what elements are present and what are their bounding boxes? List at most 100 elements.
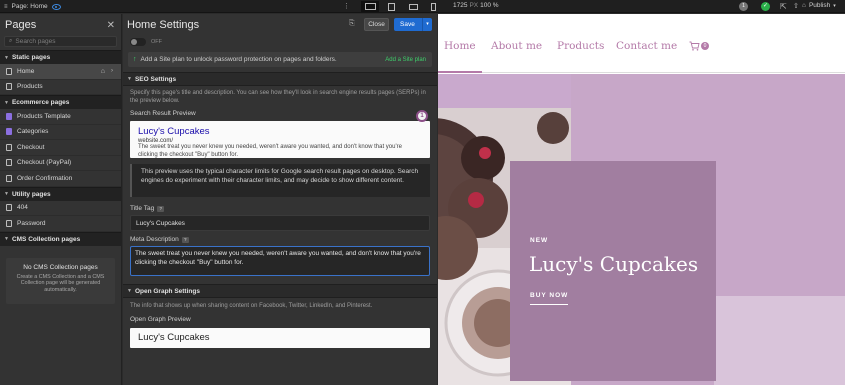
page-item-password[interactable]: Password	[0, 216, 121, 232]
buy-now-button[interactable]: BUY NOW	[530, 292, 569, 305]
open-graph-settings-header[interactable]: ▼ Open Graph Settings	[123, 284, 437, 299]
close-icon[interactable]: ✕	[107, 20, 115, 31]
section-title: Utility pages	[11, 190, 51, 198]
help-icon[interactable]: ?	[181, 236, 189, 243]
canvas-size-readout: 1725 PX 100 %	[453, 2, 499, 9]
page-item-categories[interactable]: Categories	[0, 125, 121, 140]
menu-icon[interactable]: ≡	[4, 4, 8, 10]
section-cms-collection-pages[interactable]: ▼ CMS Collection pages	[0, 231, 121, 246]
page-item-order-confirmation[interactable]: Order Confirmation	[0, 171, 121, 187]
user-avatar[interactable]: 1	[739, 2, 748, 11]
section-ecommerce-pages[interactable]: ▼ Ecommerce pages	[0, 95, 121, 109]
page-item-home[interactable]: Home ⌂ ›	[0, 64, 121, 80]
template-page-icon	[6, 128, 12, 136]
section-title: SEO Settings	[134, 75, 177, 83]
page-item-label: Home	[17, 67, 35, 75]
cart-icon	[689, 41, 700, 51]
section-title: Static pages	[11, 54, 51, 61]
mobile-portrait-breakpoint-icon[interactable]	[424, 1, 442, 12]
page-icon	[6, 143, 12, 151]
hero-section: NEW Lucy's Cupcakes BUY NOW	[438, 74, 845, 385]
section-title: Ecommerce pages	[11, 99, 70, 106]
hero-title: Lucy's Cupcakes	[529, 252, 699, 276]
canvas-unit: PX	[469, 2, 479, 9]
toggle-state-label: OFF	[151, 39, 162, 45]
desktop-breakpoint-icon[interactable]	[361, 1, 379, 12]
page-item-label: Order Confirmation	[17, 174, 73, 182]
page-item-label: Products	[17, 83, 43, 91]
page-item-checkout-paypal[interactable]: Checkout (PayPal)	[0, 156, 121, 171]
top-toolbar: ≡ Page: Home ⋮ 1725 PX 100 % 1 ✓ ⇱ ⇧ ⌂ Pub…	[0, 0, 845, 13]
page-item-checkout[interactable]: Checkout	[0, 140, 121, 156]
page-icon	[6, 159, 12, 167]
title-tag-input[interactable]: Lucy's Cupcakes	[130, 215, 430, 232]
upsell-text: Add a Site plan to unlock password prote…	[140, 56, 337, 63]
pages-panel: Pages ✕ ⌕ ▼ Static pages Home ⌂ › Produc…	[0, 14, 122, 385]
page-selector[interactable]: ≡ Page: Home	[4, 0, 61, 13]
meta-description-label: Meta Description	[130, 236, 179, 244]
cms-empty-text: Create a CMS Collection and a CMS Collec…	[16, 273, 105, 294]
export-code-icon[interactable]: ⇧	[793, 2, 802, 11]
nav-link-about[interactable]: About me	[491, 40, 542, 52]
more-icon[interactable]: ⋮	[343, 2, 351, 10]
search-box: ⌕	[4, 36, 117, 47]
tutorial-step-badge[interactable]: 1	[416, 110, 428, 122]
nav-link-home[interactable]: Home	[444, 40, 476, 52]
page-item-404[interactable]: 404	[0, 201, 121, 216]
page-item-products[interactable]: Products	[0, 80, 121, 95]
add-site-plan-link[interactable]: Add a Site plan	[385, 57, 426, 63]
open-graph-description: The info that shows up when sharing cont…	[130, 303, 373, 310]
title-tag-label: Title Tag	[130, 205, 155, 213]
password-toggle[interactable]	[130, 38, 146, 46]
canvas-width: 1725	[453, 2, 468, 9]
caret-down-icon: ▼	[127, 288, 132, 295]
section-title: Open Graph Settings	[134, 287, 200, 295]
page-icon	[6, 219, 12, 227]
hero-kicker: NEW	[530, 237, 549, 244]
share-icon[interactable]: ⇱	[780, 2, 789, 11]
publish-button[interactable]: ⌂ Publish ▾	[802, 2, 836, 9]
help-icon[interactable]: ?	[157, 205, 165, 212]
caret-down-icon: ▼	[4, 191, 9, 197]
site-navbar: Home About me Products Contact me 0	[438, 14, 845, 73]
search-input[interactable]	[15, 38, 111, 45]
page-settings-panel: Home Settings ⎘ Close Save ▾ OFF ↑ Add a…	[123, 14, 437, 385]
pages-panel-title: Pages	[5, 19, 37, 31]
save-label: Save	[400, 21, 415, 28]
status-check-icon: ✓	[761, 2, 770, 11]
open-graph-preview-label: Open Graph Preview	[130, 316, 191, 324]
close-button[interactable]: Close	[364, 18, 389, 31]
chevron-down-icon[interactable]: ▾	[422, 18, 432, 31]
page-label: Page: Home	[11, 3, 48, 10]
section-static-pages[interactable]: ▼ Static pages	[0, 50, 121, 64]
page-item-label: 404	[17, 204, 28, 212]
site-canvas[interactable]: Home About me Products Contact me 0 NEW …	[438, 14, 845, 385]
settings-title: Home Settings	[127, 19, 200, 31]
tablet-breakpoint-icon[interactable]	[382, 1, 400, 12]
section-utility-pages[interactable]: ▼ Utility pages	[0, 186, 121, 201]
og-preview-title: Lucy's Cupcakes	[138, 332, 210, 344]
pages-panel-header: Pages ✕	[0, 14, 121, 36]
caret-down-icon: ▼	[4, 99, 9, 106]
page-item-label: Checkout	[17, 143, 45, 151]
nav-link-products[interactable]: Products	[557, 40, 604, 52]
page-item-products-template[interactable]: Products Template	[0, 109, 121, 125]
save-button[interactable]: Save ▾	[394, 18, 432, 31]
search-preview-label: Search Result Preview	[130, 110, 196, 118]
page-icon	[6, 204, 12, 212]
trash-icon[interactable]: ⎘	[349, 20, 355, 28]
meta-description-textarea[interactable]: The sweet treat you never knew you neede…	[130, 246, 430, 277]
rocket-icon: ⌂	[802, 2, 806, 9]
chevron-right-icon[interactable]: ›	[111, 68, 113, 74]
caret-down-icon: ▼	[127, 76, 132, 82]
preview-note: This preview uses the typical character …	[130, 164, 430, 198]
template-page-icon	[6, 112, 12, 120]
preview-eye-icon[interactable]	[51, 3, 61, 10]
seo-settings-header[interactable]: ▼ SEO Settings	[123, 72, 437, 86]
cart-button[interactable]: 0	[689, 41, 709, 52]
meta-description-label-row: Meta Description ?	[123, 236, 437, 243]
nav-link-contact[interactable]: Contact me	[616, 40, 677, 52]
mobile-landscape-breakpoint-icon[interactable]	[404, 1, 422, 12]
site-plan-upsell: ↑ Add a Site plan to unlock password pro…	[128, 52, 432, 67]
password-toggle-row: OFF	[123, 36, 437, 48]
